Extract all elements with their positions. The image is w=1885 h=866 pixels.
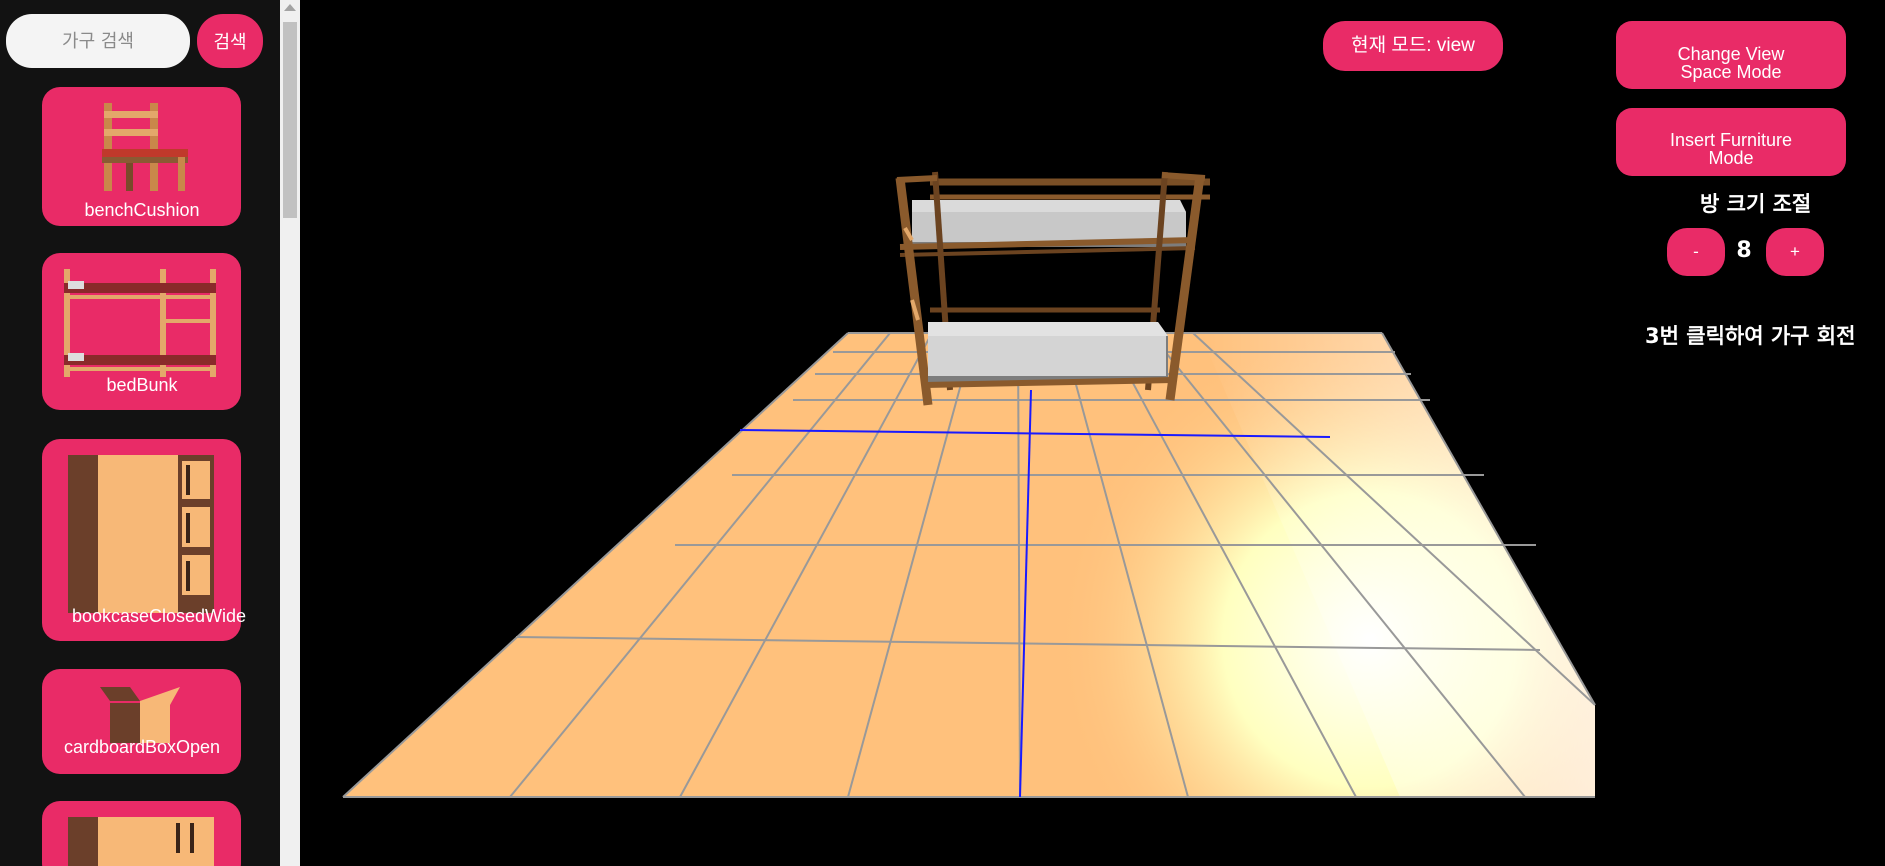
- furniture-card-cardboardboxopen[interactable]: cardboardBoxOpen: [42, 669, 241, 774]
- furniture-thumbnail: [68, 817, 214, 866]
- change-view-label: Change View: [1677, 43, 1785, 64]
- furniture-card-label: bedBunk: [106, 375, 178, 395]
- bookcase-thumbnail: [68, 455, 214, 613]
- scrollbar-thumb[interactable]: [283, 22, 297, 218]
- insert-furniture-label: Mode: [1708, 148, 1754, 168]
- furniture-card-label: bookcaseClosedWide: [71, 606, 247, 626]
- sidebar-scrollbar[interactable]: [280, 0, 300, 866]
- room-floor[interactable]: [342, 332, 1596, 798]
- furniture-card-bedbunk[interactable]: bedBunk: [42, 253, 241, 410]
- bunk-bed-model[interactable]: [895, 171, 1210, 406]
- furniture-card-partial[interactable]: [42, 801, 241, 866]
- change-view-label: Space Mode: [1680, 61, 1782, 82]
- bed-bunk-thumbnail: [64, 269, 216, 377]
- insert-furniture-mode-button[interactable]: Insert Furniture Mode: [1616, 108, 1846, 176]
- furniture-card-label: cardboardBoxOpen: [63, 737, 221, 757]
- current-mode-indicator: 현재 모드: view: [1323, 21, 1503, 71]
- furniture-card-label: benchCushion: [84, 200, 200, 220]
- furniture-card-benchcushion[interactable]: benchCushion: [42, 87, 241, 226]
- decrease-room-size-button[interactable]: -: [1667, 228, 1725, 276]
- furniture-search-input[interactable]: [6, 14, 190, 68]
- search-row: 검색: [6, 14, 266, 68]
- insert-furniture-label: Insert Furniture: [1669, 130, 1793, 150]
- furniture-card-bookcaseclosedwide[interactable]: bookcaseClosedWide: [42, 439, 246, 641]
- increase-room-size-button[interactable]: +: [1766, 228, 1824, 276]
- search-button[interactable]: 검색: [197, 14, 263, 68]
- furniture-sidebar: 검색 benchCushion bedBunk: [0, 0, 280, 866]
- room-size-title: 방 크기 조절: [1700, 192, 1812, 216]
- room-size-value: 8: [1736, 238, 1752, 263]
- scroll-up-icon[interactable]: [284, 4, 296, 11]
- change-view-space-mode-button[interactable]: Change View Space Mode: [1616, 21, 1846, 89]
- rotate-furniture-hint: 3번 클릭하여 가구 회전: [1645, 324, 1856, 348]
- bench-cushion-thumbnail: [102, 103, 188, 191]
- cardboard-box-thumbnail: [100, 687, 180, 743]
